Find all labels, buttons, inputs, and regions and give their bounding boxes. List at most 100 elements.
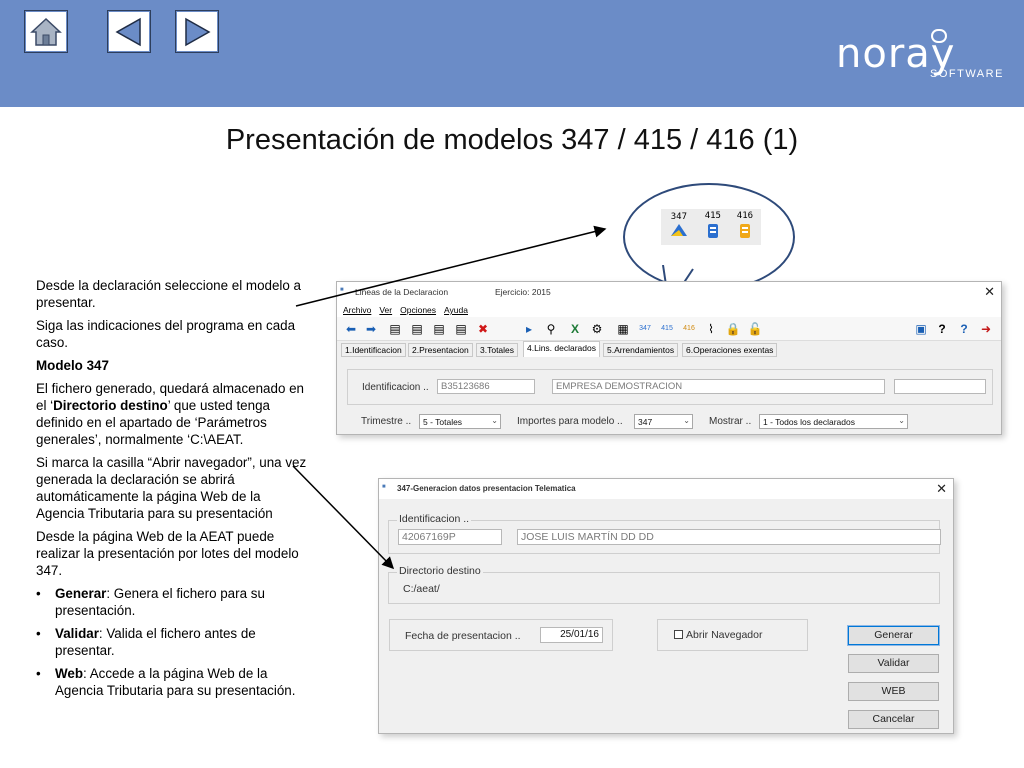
nif-field[interactable]: 42067169P bbox=[398, 529, 502, 545]
menu-ayuda[interactable]: Ayuda bbox=[444, 305, 468, 315]
attachment-icon[interactable]: ⌇ bbox=[703, 321, 719, 337]
model-347-tool-icon[interactable]: 347 bbox=[637, 321, 653, 337]
previous-button[interactable] bbox=[107, 10, 151, 53]
chevron-down-icon: ⌄ bbox=[683, 416, 690, 425]
telematic-generation-window: ■ 347-Generacion datos presentacion Tele… bbox=[378, 478, 954, 734]
tab-lins-declarados[interactable]: 4.Lins. declarados bbox=[523, 341, 600, 357]
menu-archivo[interactable]: Archivo bbox=[343, 305, 371, 315]
web-button[interactable]: WEB bbox=[848, 682, 939, 701]
fecha-label: Fecha de presentacion .. bbox=[405, 630, 521, 642]
mostrar-label: Mostrar .. bbox=[709, 416, 752, 427]
list-item: Generar: Genera el fichero para su prese… bbox=[36, 585, 311, 619]
window-titlebar: ■ 347-Generacion datos presentacion Tele… bbox=[379, 479, 953, 499]
bullet-term: Web bbox=[55, 666, 84, 681]
save-icon[interactable]: ▣ bbox=[913, 321, 929, 337]
document-icon[interactable]: ▤ bbox=[453, 321, 469, 337]
instruction-p3: El fichero generado, quedará almacenado … bbox=[36, 380, 311, 448]
lock-icon[interactable]: 🔒 bbox=[725, 321, 741, 337]
menu-opciones[interactable]: Opciones bbox=[400, 305, 436, 315]
model-415-label: 415 bbox=[704, 211, 721, 221]
instruction-p1: Desde la declaración seleccione el model… bbox=[36, 278, 301, 310]
taxpayer-name-field[interactable]: JOSE LUIS MARTÍN DD DD bbox=[517, 529, 941, 545]
home-button[interactable] bbox=[24, 10, 68, 53]
paste-icon[interactable]: ▤ bbox=[431, 321, 447, 337]
directory-value[interactable]: C:/aeat/ bbox=[403, 583, 440, 595]
browser-option-box: Abrir Navegador bbox=[657, 619, 808, 651]
nif-field[interactable]: B35123686 bbox=[437, 379, 535, 394]
instruction-p2: Siga las indicaciones del programa en ca… bbox=[36, 318, 296, 350]
app-icon: ■ bbox=[382, 484, 386, 490]
unlock-icon[interactable]: 🔓 bbox=[747, 321, 763, 337]
binoculars-icon[interactable]: ⚲ bbox=[543, 321, 559, 337]
trimestre-value: 5 - Totales bbox=[423, 417, 463, 427]
option-list: Generar: Genera el fichero para su prese… bbox=[36, 585, 311, 699]
trimestre-select[interactable]: 5 - Totales ⌄ bbox=[419, 414, 501, 429]
identification-fieldset: Identificacion .. 42067169P JOSE LUIS MA… bbox=[388, 513, 941, 554]
model-heading: Modelo 347 bbox=[36, 358, 109, 373]
help-pointer-icon[interactable]: ? bbox=[934, 321, 950, 337]
home-icon bbox=[30, 17, 62, 46]
header-banner: noray SOFTWARE bbox=[0, 0, 1024, 107]
validar-button[interactable]: Validar bbox=[848, 654, 939, 673]
instruction-p4: Si marca la casilla “Abrir navegador”, u… bbox=[36, 455, 307, 521]
close-icon[interactable]: ✕ bbox=[984, 284, 995, 300]
first-record-icon[interactable]: ▸ bbox=[521, 321, 537, 337]
destination-directory-fieldset: Directorio destino C:/aeat/ bbox=[388, 565, 940, 604]
date-field[interactable]: 25/01/16 bbox=[540, 627, 603, 643]
model-347-icon[interactable]: 347 bbox=[669, 213, 689, 241]
list-item: Validar: Valida el fichero antes de pres… bbox=[36, 625, 311, 659]
model-icons: 347 415 416 bbox=[661, 209, 761, 245]
tab-totales[interactable]: 3.Totales bbox=[476, 343, 519, 357]
tab-operaciones-exentas[interactable]: 6.Operaciones exentas bbox=[682, 343, 778, 357]
abrir-navegador-label: Abrir Navegador bbox=[686, 629, 763, 641]
tab-identificacion[interactable]: 1.Identificacion bbox=[341, 343, 406, 357]
mostrar-select[interactable]: 1 - Todos los declarados ⌄ bbox=[759, 414, 908, 429]
window-title: 347-Generacion datos presentacion Telema… bbox=[397, 484, 576, 493]
identificacion-legend: Identificacion .. bbox=[397, 513, 472, 525]
generar-button[interactable]: Generar bbox=[847, 625, 940, 646]
tab-presentacion[interactable]: 2.Presentacion bbox=[408, 343, 473, 357]
trimestre-label: Trimestre .. bbox=[361, 416, 412, 427]
next-icon bbox=[185, 17, 211, 46]
tab-arrendamientos[interactable]: 5.Arrendamientos bbox=[603, 343, 679, 357]
excel-icon[interactable]: X bbox=[567, 321, 583, 337]
model-415-icon[interactable]: 415 bbox=[705, 212, 721, 242]
help-icon[interactable]: ? bbox=[956, 321, 972, 337]
arrow-right-icon[interactable]: ➡ bbox=[363, 321, 379, 337]
bullet-term: Validar bbox=[55, 626, 99, 641]
list-item: Web: Accede a la página Web de la Agenci… bbox=[36, 665, 311, 699]
exit-icon[interactable]: ➜ bbox=[978, 321, 994, 337]
cancelar-button[interactable]: Cancelar bbox=[848, 710, 939, 729]
mostrar-value: 1 - Todos los declarados bbox=[763, 417, 855, 427]
model-415-tool-icon[interactable]: 415 bbox=[659, 321, 675, 337]
abrir-navegador-checkbox[interactable] bbox=[674, 630, 683, 639]
close-icon[interactable]: ✕ bbox=[936, 481, 947, 497]
copy-icon[interactable]: ▤ bbox=[409, 321, 425, 337]
model-416-icon[interactable]: 416 bbox=[737, 212, 753, 242]
app-icon: ■ bbox=[340, 287, 344, 293]
identificacion-label: Identificacion .. bbox=[362, 382, 429, 393]
chevron-down-icon: ⌄ bbox=[491, 416, 498, 425]
company-name-field[interactable]: EMPRESA DEMOSTRACION bbox=[552, 379, 885, 394]
declaration-lines-window: ■ Lineas de la Declaracion Ejercicio: 20… bbox=[336, 281, 1002, 435]
print-icon[interactable]: ▦ bbox=[615, 321, 631, 337]
arrow-left-icon[interactable]: ⬅ bbox=[343, 321, 359, 337]
new-document-icon[interactable]: ▤ bbox=[387, 321, 403, 337]
model-416-tool-icon[interactable]: 416 bbox=[681, 321, 697, 337]
toolbar: ⬅ ➡ ▤ ▤ ▤ ▤ ✖ ▸ ⚲ X ⚙ ▦ 347 415 416 ⌇ 🔒 … bbox=[337, 317, 1001, 341]
settings-icon[interactable]: ⚙ bbox=[589, 321, 605, 337]
importes-select[interactable]: 347 ⌄ bbox=[634, 414, 693, 429]
menu-bar: Archivo Ver Opciones Ayuda bbox=[337, 303, 1001, 317]
page-title: Presentación de modelos 347 / 415 / 416 … bbox=[225, 124, 799, 156]
next-button[interactable] bbox=[175, 10, 219, 53]
chevron-down-icon: ⌄ bbox=[898, 416, 905, 425]
previous-icon bbox=[115, 17, 141, 46]
extra-field[interactable] bbox=[894, 379, 986, 394]
identification-group: Identificacion .. B35123686 EMPRESA DEMO… bbox=[347, 369, 993, 405]
instruction-p5: Desde la página Web de la AEAT puede rea… bbox=[36, 529, 299, 578]
exercise-label: Ejercicio: 2015 bbox=[495, 287, 551, 297]
delete-icon[interactable]: ✖ bbox=[475, 321, 491, 337]
directorio-legend: Directorio destino bbox=[397, 565, 483, 577]
logo-ring-icon bbox=[931, 29, 947, 43]
menu-ver[interactable]: Ver bbox=[379, 305, 392, 315]
